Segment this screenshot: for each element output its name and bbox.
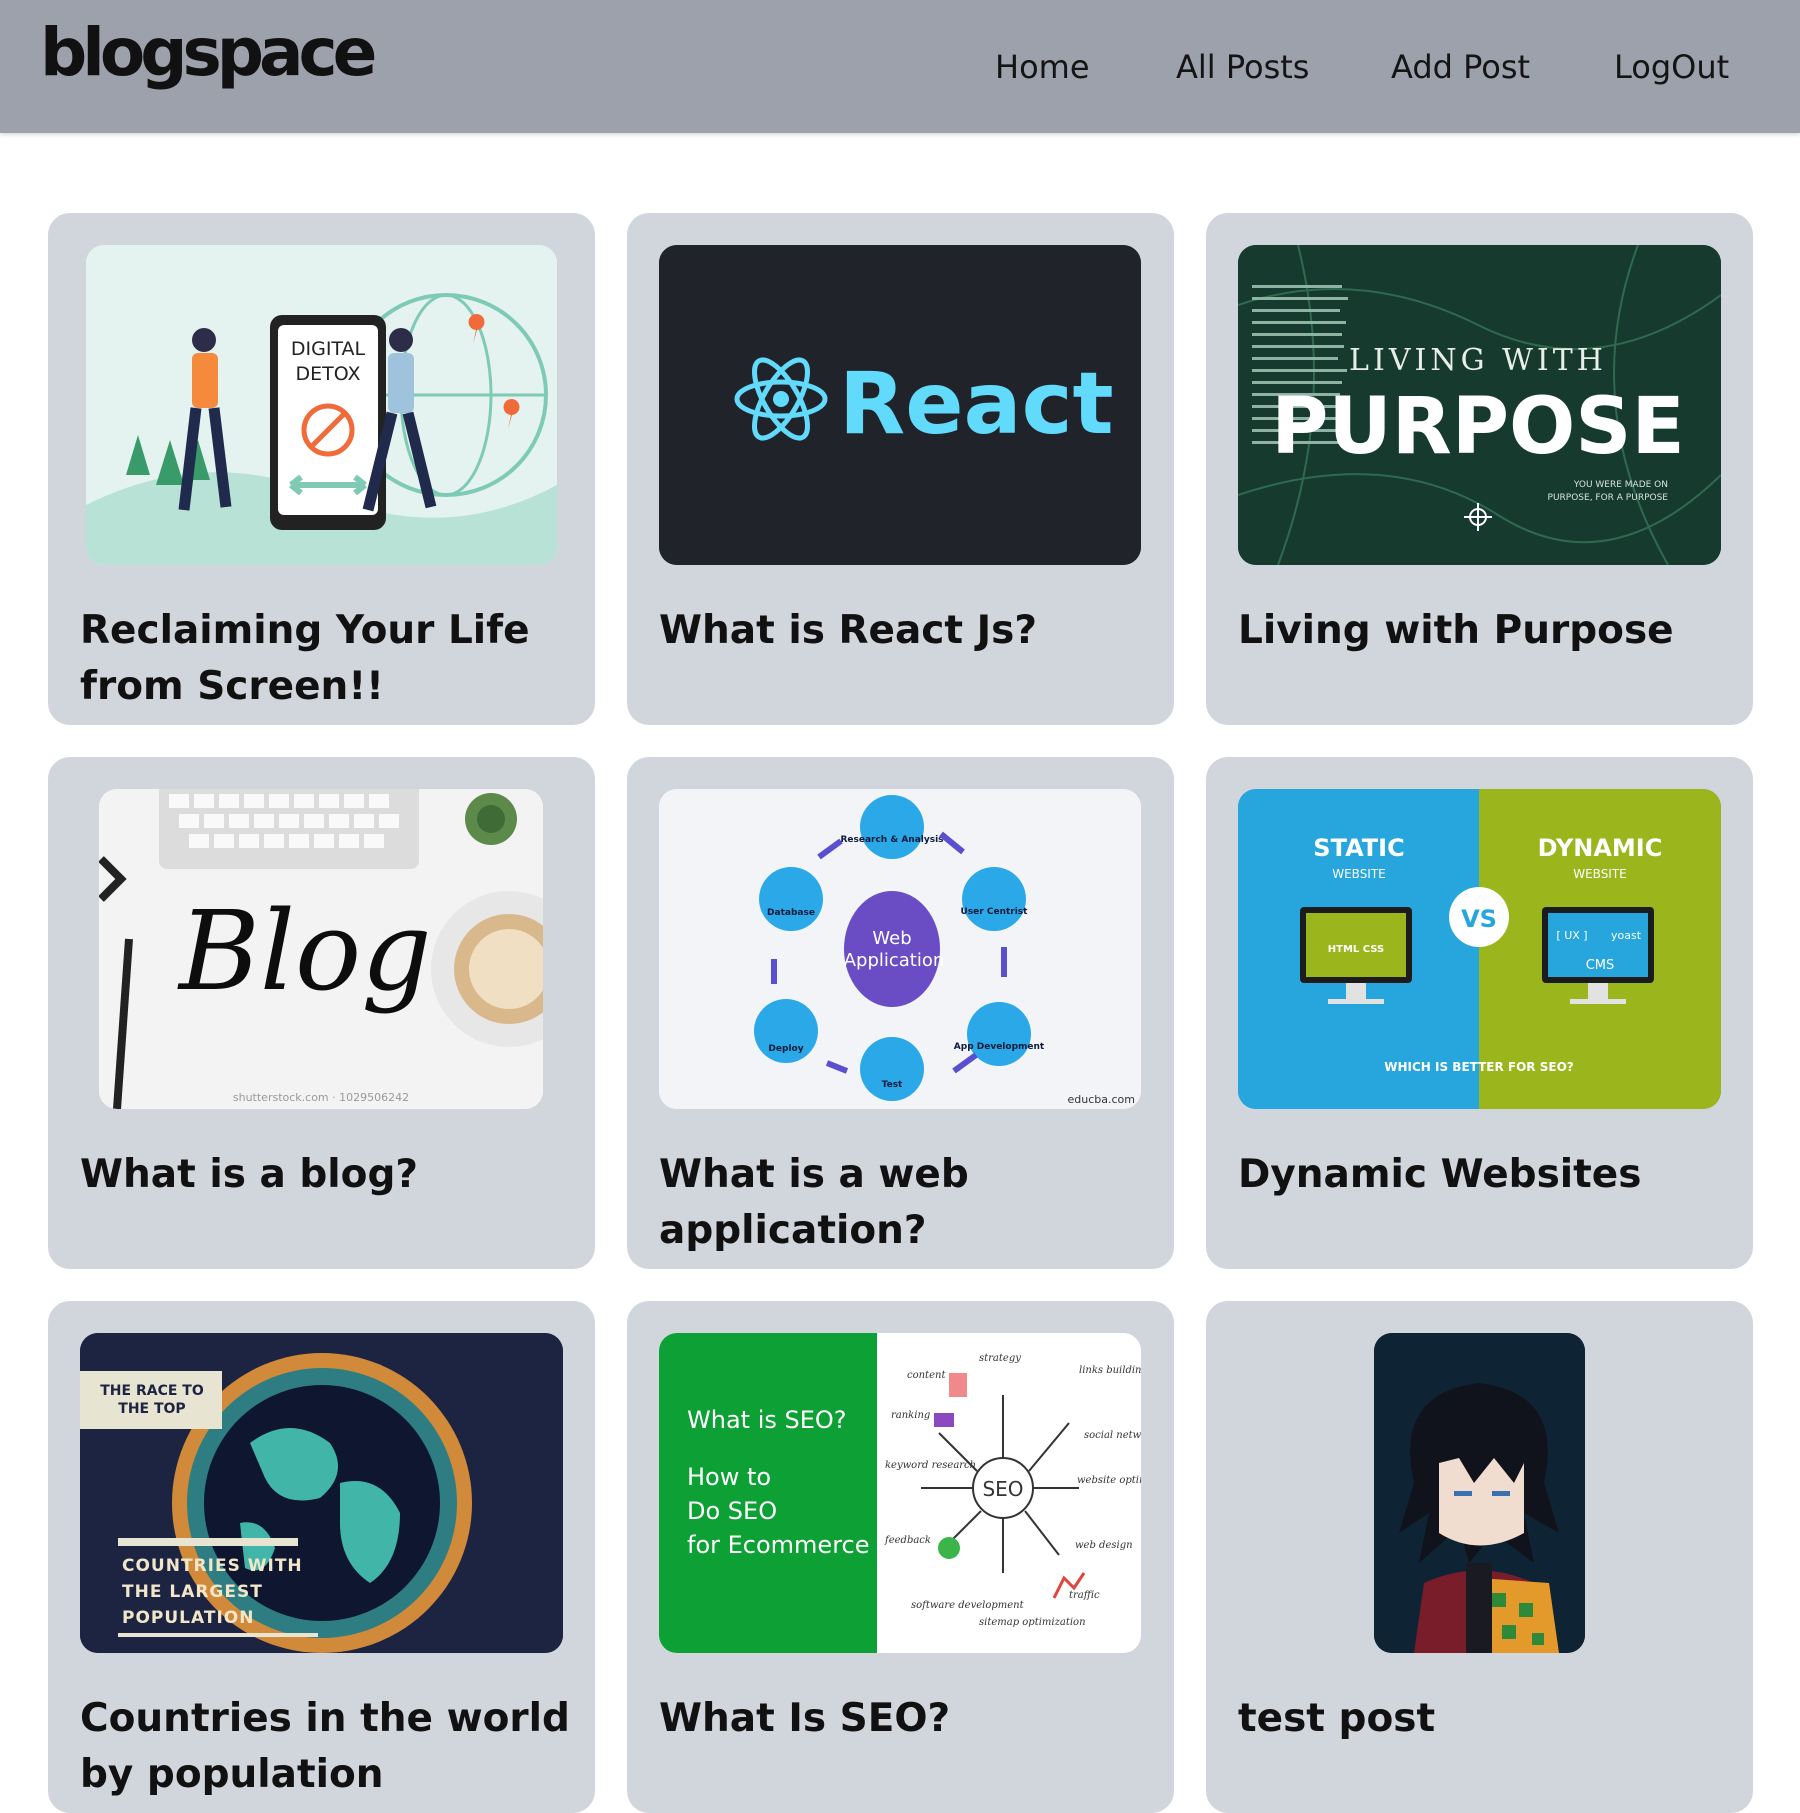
seo-bubble-label: sitemap optimization: [979, 1617, 1086, 1628]
post-title[interactable]: Countries in the world by population: [80, 1691, 570, 1803]
post-title[interactable]: What is React Js?: [659, 603, 1149, 659]
post-card[interactable]: STATIC WEBSITE DYNAMIC WEBSITE VS HTML C…: [1206, 757, 1753, 1269]
webapp-node-label: User Centrist: [961, 907, 1029, 917]
static-monitor-text: HTML CSS: [1328, 944, 1384, 955]
webapp-center-text: Web: [872, 928, 911, 949]
post-title[interactable]: What Is SEO?: [659, 1691, 1149, 1747]
vs-image-text: VS: [1461, 905, 1497, 933]
post-card[interactable]: DIGITAL DETOX Reclaiming Your Life from …: [48, 213, 595, 725]
seo-bubble-label: links building: [1079, 1365, 1141, 1376]
purpose-image-text: LIVING WITH: [1349, 343, 1607, 378]
seo-bubble-label: software development: [911, 1600, 1025, 1611]
population-image-text: THE RACE TO: [100, 1383, 204, 1399]
seo-bubble-label: strategy: [979, 1353, 1021, 1364]
dynamic-monitor-text: [ UX ]: [1556, 929, 1587, 942]
post-card[interactable]: test post: [1206, 1301, 1753, 1813]
blog-image-text: Blog: [177, 887, 432, 1015]
post-card[interactable]: What is SEO? How to Do SEO for Ecommerce…: [627, 1301, 1174, 1813]
post-thumbnail: [1374, 1333, 1585, 1653]
webapp-node-label: Research & Analysis: [840, 835, 943, 845]
react-image-text: React: [839, 354, 1114, 454]
purpose-image-text: PURPOSE: [1271, 382, 1685, 472]
post-thumbnail: THE RACE TO THE TOP COUNTRIES WITH THE L…: [80, 1333, 563, 1653]
svg-text:DETOX: DETOX: [296, 363, 361, 385]
webapp-node-label: Database: [767, 908, 815, 918]
post-thumbnail: What is SEO? How to Do SEO for Ecommerce…: [659, 1333, 1141, 1653]
seo-bubble-label: social network: [1084, 1430, 1141, 1441]
webapp-source-text: educba.com: [1068, 1093, 1135, 1106]
post-title[interactable]: Dynamic Websites: [1238, 1147, 1728, 1203]
population-image-text: COUNTRIES WITH: [122, 1556, 303, 1576]
seo-bubble-label: website optimization: [1077, 1475, 1141, 1486]
static-image-text: WEBSITE: [1332, 867, 1386, 881]
webapp-node-label: Deploy: [768, 1044, 803, 1054]
purpose-image-text: YOU WERE MADE ON: [1573, 480, 1668, 490]
population-image-text: POPULATION: [122, 1608, 254, 1628]
nav-logout-link[interactable]: LogOut: [1614, 48, 1729, 86]
seo-image-text: SEO: [982, 1477, 1023, 1501]
webapp-node-label: Test: [882, 1080, 903, 1090]
post-thumbnail: Blog shutterstock.com · 1029506242: [99, 789, 543, 1109]
seo-bubble-label: ranking: [891, 1410, 930, 1421]
seo-bubble-label: content: [907, 1370, 946, 1381]
population-image-text: THE LARGEST: [122, 1582, 263, 1602]
seo-bubble-label: traffic: [1069, 1590, 1100, 1601]
seo-image-text: for Ecommerce: [687, 1531, 870, 1559]
nav-all-posts-link[interactable]: All Posts: [1176, 48, 1309, 86]
seo-bubble-label: feedback: [884, 1535, 931, 1546]
posts-grid: DIGITAL DETOX Reclaiming Your Life from …: [48, 213, 1753, 1813]
post-card[interactable]: Web Application Research & Analysis User…: [627, 757, 1174, 1269]
dynamic-image-text: DYNAMIC: [1538, 834, 1663, 862]
webapp-node-label: App Development: [954, 1042, 1045, 1052]
post-title[interactable]: What is a blog?: [80, 1147, 570, 1203]
post-title[interactable]: What is a web application?: [659, 1147, 1149, 1259]
post-thumbnail: LIVING WITH PURPOSE YOU WERE MADE ON PUR…: [1238, 245, 1721, 565]
seo-image-text: Do SEO: [687, 1497, 777, 1525]
post-title[interactable]: Reclaiming Your Life from Screen!!: [80, 603, 570, 715]
post-thumbnail: STATIC WEBSITE DYNAMIC WEBSITE VS HTML C…: [1238, 789, 1721, 1109]
post-title[interactable]: Living with Purpose: [1238, 603, 1728, 659]
svg-text:DIGITAL: DIGITAL: [291, 338, 366, 360]
post-card[interactable]: React What is React Js?: [627, 213, 1174, 725]
seo-bubble-label: keyword research: [885, 1460, 976, 1471]
nav-home-link[interactable]: Home: [995, 48, 1090, 86]
seo-image-text: How to: [687, 1463, 771, 1491]
post-card[interactable]: Blog shutterstock.com · 1029506242 What …: [48, 757, 595, 1269]
dynamic-monitor-text: CMS: [1586, 958, 1615, 973]
population-image-text: THE TOP: [118, 1401, 185, 1417]
static-dynamic-caption: WHICH IS BETTER FOR SEO?: [1384, 1060, 1574, 1074]
post-card[interactable]: THE RACE TO THE TOP COUNTRIES WITH THE L…: [48, 1301, 595, 1813]
purpose-image-text: PURPOSE, FOR A PURPOSE: [1548, 493, 1669, 503]
dynamic-image-text: WEBSITE: [1573, 867, 1627, 881]
webapp-center-text: Application: [844, 950, 945, 971]
post-card[interactable]: LIVING WITH PURPOSE YOU WERE MADE ON PUR…: [1206, 213, 1753, 725]
nav-add-post-link[interactable]: Add Post: [1391, 48, 1530, 86]
post-thumbnail: DIGITAL DETOX: [86, 245, 557, 565]
dynamic-monitor-text: yoast: [1611, 929, 1642, 942]
seo-image-text: What is SEO?: [687, 1406, 847, 1434]
post-title[interactable]: test post: [1238, 1691, 1728, 1747]
navbar: blogspace Home All Posts Add Post LogOut: [0, 0, 1800, 133]
post-thumbnail: Web Application Research & Analysis User…: [659, 789, 1141, 1109]
post-thumbnail: React: [659, 245, 1141, 565]
seo-bubble-label: web design: [1075, 1540, 1133, 1551]
static-image-text: STATIC: [1313, 834, 1404, 862]
site-logo[interactable]: blogspace: [40, 14, 377, 91]
blog-image-watermark: shutterstock.com · 1029506242: [233, 1091, 409, 1104]
